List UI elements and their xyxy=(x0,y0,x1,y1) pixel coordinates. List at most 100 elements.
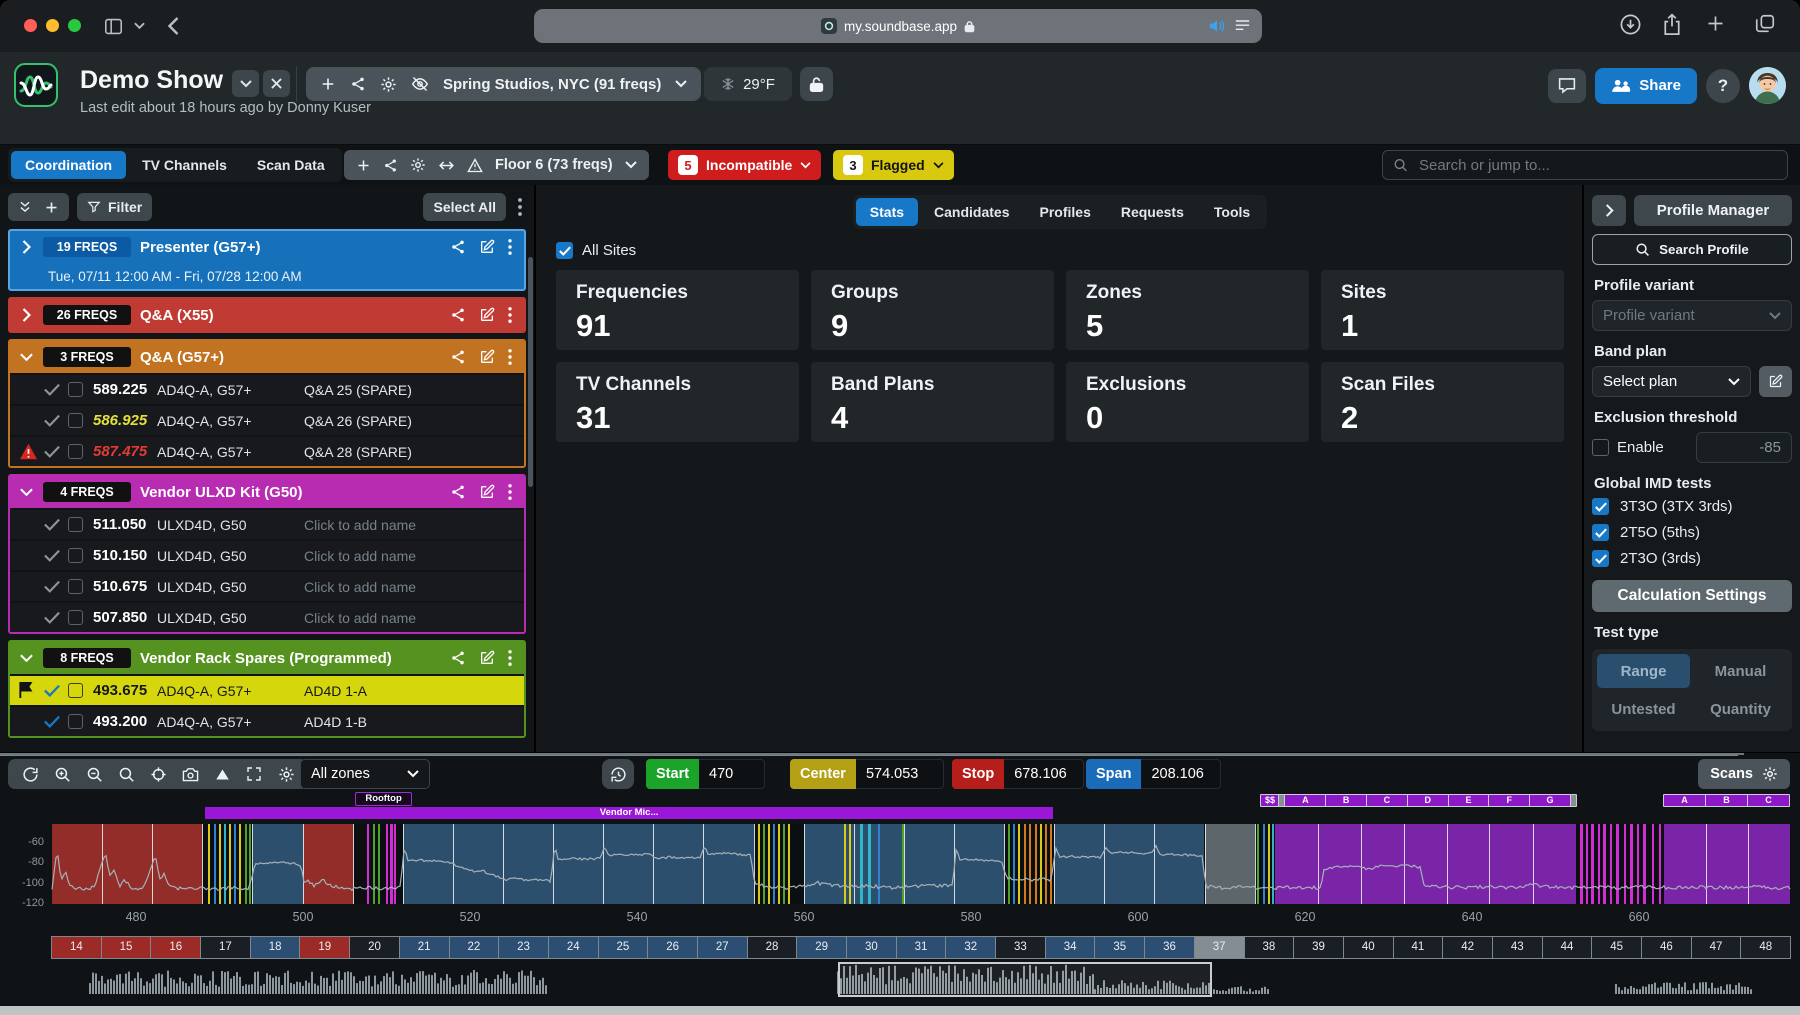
share-button[interactable]: Share xyxy=(1595,68,1697,104)
group-kebab-icon[interactable] xyxy=(508,239,512,255)
channel-name-placeholder[interactable]: Click to add name xyxy=(304,579,524,595)
tv-channel-40[interactable]: 40 xyxy=(1344,937,1394,958)
frequency-row[interactable]: 493.200 AD4Q-A, G57+ AD4D 1-B xyxy=(10,705,524,736)
calculation-settings-button[interactable]: Calculation Settings xyxy=(1592,580,1792,612)
imd-2t5o-checkbox[interactable] xyxy=(1592,524,1609,541)
tab-scan-data[interactable]: Scan Data xyxy=(243,151,339,179)
test-type-range[interactable]: Range xyxy=(1597,654,1690,688)
channel-name[interactable]: Q&A 28 (SPARE) xyxy=(304,444,524,460)
zone-label-rooftop[interactable]: Rooftop xyxy=(355,792,412,806)
row-checkbox[interactable] xyxy=(68,579,83,594)
channel-name-placeholder[interactable]: Click to add name xyxy=(304,517,524,533)
share-floor-icon[interactable] xyxy=(383,158,398,173)
share-macos-icon[interactable] xyxy=(1662,13,1682,36)
tv-channel-44[interactable]: 44 xyxy=(1543,937,1593,958)
visibility-off-icon[interactable] xyxy=(411,76,429,92)
tv-channel-35[interactable]: 35 xyxy=(1095,937,1145,958)
row-checkbox[interactable] xyxy=(68,714,83,729)
marker-triangle-icon[interactable] xyxy=(208,761,236,787)
lock-show-button[interactable] xyxy=(800,67,833,101)
tv-channel-29[interactable]: 29 xyxy=(797,937,847,958)
group-edit-icon[interactable] xyxy=(479,239,495,255)
group-kebab-icon[interactable] xyxy=(508,349,512,365)
downloads-icon[interactable] xyxy=(1619,13,1642,36)
row-checkbox[interactable] xyxy=(68,683,83,698)
zones-select[interactable]: All zones xyxy=(300,759,430,789)
panel-scrollbar[interactable] xyxy=(528,257,533,487)
reader-view-icon[interactable] xyxy=(1235,19,1250,33)
tab-coordination[interactable]: Coordination xyxy=(11,151,126,179)
test-type-manual[interactable]: Manual xyxy=(1694,654,1787,688)
tab-tv-channels[interactable]: TV Channels xyxy=(128,151,241,179)
channel-name[interactable]: Q&A 25 (SPARE) xyxy=(304,382,524,398)
add-site-icon[interactable] xyxy=(320,76,336,92)
channel-name[interactable]: AD4D 1-B xyxy=(304,714,524,730)
tv-channel-25[interactable]: 25 xyxy=(599,937,649,958)
tv-channel-43[interactable]: 43 xyxy=(1493,937,1543,958)
frequency-row[interactable]: 587.475 AD4Q-A, G57+ Q&A 28 (SPARE) xyxy=(10,435,524,466)
tv-channel-34[interactable]: 34 xyxy=(1046,937,1096,958)
crosshair-icon[interactable] xyxy=(144,761,172,787)
tab-stats[interactable]: Stats xyxy=(856,198,918,226)
show-selector-chevron-button[interactable] xyxy=(232,70,259,97)
row-checkbox[interactable] xyxy=(68,382,83,397)
imd-2t3o-checkbox[interactable] xyxy=(1592,550,1609,567)
channel-name[interactable]: Q&A 26 (SPARE) xyxy=(304,413,524,429)
frequency-row[interactable]: 507.850 ULXD4D, G50 Click to add name xyxy=(10,601,524,632)
tv-channel-20[interactable]: 20 xyxy=(350,937,400,958)
new-tab-icon[interactable] xyxy=(1705,13,1726,34)
tv-channel-19[interactable]: 19 xyxy=(300,937,350,958)
warning-triangle-icon[interactable] xyxy=(467,158,483,173)
incompatible-dropdown[interactable]: 5 Incompatible xyxy=(668,150,821,180)
floor-settings-gear-icon[interactable] xyxy=(410,157,426,173)
tv-channel-18[interactable]: 18 xyxy=(251,937,301,958)
tv-channel-28[interactable]: 28 xyxy=(748,937,798,958)
feedback-button[interactable] xyxy=(1548,69,1586,103)
refresh-icon[interactable] xyxy=(16,761,44,787)
window-zoom-button[interactable] xyxy=(68,19,81,32)
window-close-button[interactable] xyxy=(24,19,37,32)
group-kebab-icon[interactable] xyxy=(508,484,512,500)
share-site-icon[interactable] xyxy=(350,76,366,92)
tv-channel-24[interactable]: 24 xyxy=(549,937,599,958)
row-checkbox[interactable] xyxy=(68,444,83,459)
window-minimize-button[interactable] xyxy=(46,19,59,32)
center-value[interactable]: 574.053 xyxy=(856,759,944,789)
start-value[interactable]: 470 xyxy=(699,759,765,789)
group-edit-icon[interactable] xyxy=(479,650,495,666)
imd-3t3o-checkbox[interactable] xyxy=(1592,498,1609,515)
tv-channel-27[interactable]: 27 xyxy=(698,937,748,958)
help-button[interactable]: ? xyxy=(1706,69,1740,103)
tv-channel-36[interactable]: 36 xyxy=(1145,937,1195,958)
collapse-sidebar-button[interactable] xyxy=(1592,195,1626,226)
tv-channel-38[interactable]: 38 xyxy=(1245,937,1295,958)
row-checkbox[interactable] xyxy=(68,517,83,532)
site-selector-label[interactable]: Spring Studios, NYC (91 freqs) xyxy=(443,76,661,93)
row-checkbox[interactable] xyxy=(68,548,83,563)
frequency-row[interactable]: 586.925 AD4Q-A, G57+ Q&A 26 (SPARE) xyxy=(10,404,524,435)
history-button[interactable] xyxy=(602,759,634,789)
scans-button[interactable]: Scans xyxy=(1698,759,1790,789)
enable-threshold-checkbox[interactable] xyxy=(1592,439,1609,456)
tv-channel-15[interactable]: 15 xyxy=(102,937,152,958)
chevron-down-icon[interactable] xyxy=(18,488,34,497)
user-avatar[interactable] xyxy=(1749,67,1786,104)
floor-selector-label[interactable]: Floor 6 (73 freqs) xyxy=(495,157,613,173)
tv-channel-21[interactable]: 21 xyxy=(400,937,450,958)
select-all-button[interactable]: Select All xyxy=(423,193,506,221)
frequency-row[interactable]: 589.225 AD4Q-A, G57+ Q&A 25 (SPARE) xyxy=(10,373,524,404)
site-selector-chevron-icon[interactable] xyxy=(675,80,687,88)
tab-overview-icon[interactable] xyxy=(1754,13,1776,35)
channel-name[interactable]: AD4D 1-A xyxy=(304,683,524,699)
group-vendor-rack-spares[interactable]: 8 FREQS Vendor Rack Spares (Programmed) … xyxy=(8,640,526,738)
band-plan-select[interactable]: Select plan xyxy=(1592,366,1751,397)
tv-channel-39[interactable]: 39 xyxy=(1294,937,1344,958)
profile-variant-select[interactable]: Profile variant xyxy=(1592,300,1792,331)
group-edit-icon[interactable] xyxy=(479,349,495,365)
add-group-icon[interactable] xyxy=(44,200,59,215)
search-input[interactable] xyxy=(1417,156,1777,175)
chevron-down-icon[interactable] xyxy=(18,353,34,362)
tv-channel-31[interactable]: 31 xyxy=(897,937,947,958)
tv-channel-23[interactable]: 23 xyxy=(499,937,549,958)
channel-name-placeholder[interactable]: Click to add name xyxy=(304,548,524,564)
